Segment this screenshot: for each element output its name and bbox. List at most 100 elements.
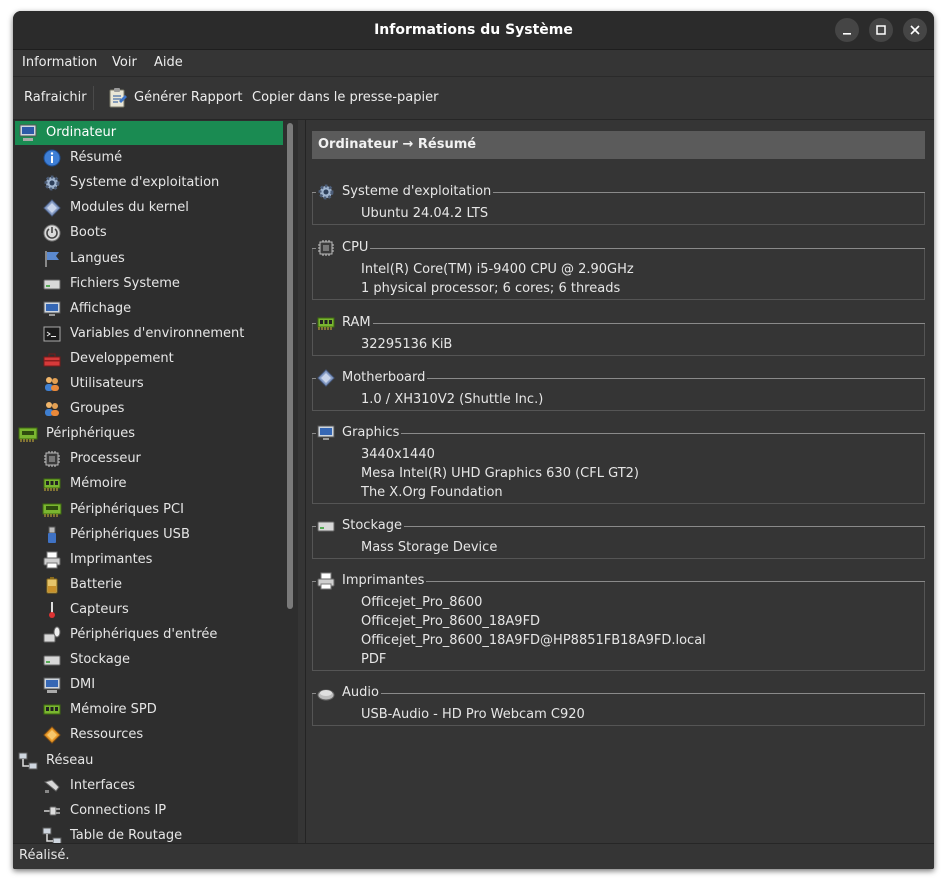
toolbox-icon xyxy=(43,353,61,367)
sidebar-item[interactable]: Connections IP xyxy=(15,799,283,823)
sidebar-item-label: Langues xyxy=(70,251,125,266)
group-value: PDF xyxy=(361,652,387,667)
summary-group: Imprimantes Officejet_Pro_8600 Officejet_P… xyxy=(312,571,925,671)
sidebar-item-label: Stockage xyxy=(70,652,130,667)
group-rule xyxy=(312,526,316,527)
sidebar-item[interactable]: Processeur xyxy=(15,447,283,471)
title-bar[interactable]: Informations du Système xyxy=(13,11,934,50)
group-rule xyxy=(403,526,925,527)
computer-icon xyxy=(19,124,37,141)
pci-icon xyxy=(42,503,62,517)
info-icon xyxy=(43,149,61,167)
sidebar-item[interactable]: Réseau xyxy=(15,749,283,773)
summary-group: CPU Intel(R) Core(TM) i5-9400 CPU @ 2.90G… xyxy=(312,238,925,300)
sidebar-item-label: Périphériques d'entrée xyxy=(70,627,218,642)
maximize-button[interactable] xyxy=(869,18,893,42)
sidebar-item-label: Modules du kernel xyxy=(70,200,189,215)
group-rule xyxy=(427,378,925,379)
usb-icon xyxy=(48,526,56,543)
sidebar-item[interactable]: Modules du kernel xyxy=(15,196,283,220)
sidebar-item[interactable]: DMI xyxy=(15,673,283,697)
menu-voir[interactable]: Voir xyxy=(112,55,137,70)
sidebar-item[interactable]: Ressources xyxy=(15,723,283,747)
group-title: Imprimantes xyxy=(342,573,425,588)
content-pane: Ordinateur → Résumé Systeme d'exploitati… xyxy=(306,120,934,843)
menu-aide[interactable]: Aide xyxy=(154,55,183,70)
gear-icon xyxy=(318,184,334,200)
close-icon xyxy=(910,25,920,35)
generate-report-button[interactable]: Générer Rapport xyxy=(134,90,242,105)
battery-icon xyxy=(46,577,58,594)
sidebar-item-label: Affichage xyxy=(70,301,132,316)
close-button[interactable] xyxy=(903,18,927,42)
sidebar-item[interactable]: Fichiers Systeme xyxy=(15,272,283,296)
sidebar-item-label: Developpement xyxy=(70,351,174,366)
sidebar-item[interactable]: Périphériques USB xyxy=(15,523,283,547)
sidebar-item[interactable]: Périphériques xyxy=(15,422,283,446)
users-icon xyxy=(45,377,59,391)
sidebar-item[interactable]: Boots xyxy=(15,221,283,245)
summary-group: Audio USB-Audio - HD Pro Webcam C920 xyxy=(312,683,925,726)
sidebar-tree[interactable]: Ordinateur Résumé Systeme d'exploitation Mo… xyxy=(13,120,298,843)
board-icon xyxy=(18,427,38,442)
menu-information[interactable]: Information xyxy=(22,55,97,70)
group-title: Systeme d'exploitation xyxy=(342,184,492,199)
app-window: Informations du Système Information Voir… xyxy=(13,11,934,869)
sidebar-item-label: Variables d'environnement xyxy=(70,326,245,341)
memory-icon xyxy=(317,317,335,330)
sidebar-item[interactable]: Langues xyxy=(15,247,283,271)
sidebar-item[interactable]: Mémoire xyxy=(15,472,283,496)
sidebar-item-label: Capteurs xyxy=(70,602,129,617)
memory-icon xyxy=(43,478,61,491)
summary-group: RAM 32295136 KiB xyxy=(312,313,925,356)
copy-clipboard-button[interactable]: Copier dans le presse-papier xyxy=(252,90,438,105)
sidebar-item[interactable]: Interfaces xyxy=(15,774,283,798)
refresh-button[interactable]: Rafraichir xyxy=(24,90,87,105)
sidebar-item[interactable]: Résumé xyxy=(15,146,283,170)
sidebar-item[interactable]: Batterie xyxy=(15,573,283,597)
routing-icon xyxy=(42,827,62,843)
interface-icon xyxy=(43,779,60,793)
module-icon xyxy=(317,369,335,387)
dmi-icon xyxy=(43,677,61,693)
group-value: The X.Org Foundation xyxy=(361,485,503,500)
sidebar-item[interactable]: Utilisateurs xyxy=(15,372,283,396)
sidebar-item[interactable]: Imprimantes xyxy=(15,548,283,572)
minimize-button[interactable] xyxy=(835,18,859,42)
input-device-icon xyxy=(43,626,61,643)
sidebar-scrollbar-thumb[interactable] xyxy=(287,123,293,609)
sidebar-item-label: Connections IP xyxy=(70,803,167,818)
group-rule xyxy=(426,581,925,582)
sidebar-item-label: Périphériques xyxy=(46,426,136,441)
group-title: Motherboard xyxy=(342,370,426,385)
maximize-icon xyxy=(876,25,886,35)
sidebar-item-label: Mémoire xyxy=(70,476,127,491)
sidebar-item[interactable]: Périphériques PCI xyxy=(15,498,283,522)
sidebar-item[interactable]: Ordinateur xyxy=(15,121,283,145)
group-value: Officejet_Pro_8600 xyxy=(361,595,483,610)
summary-group: Motherboard 1.0 / XH310V2 (Shuttle Inc.) xyxy=(312,368,925,411)
sidebar-item[interactable]: Variables d'environnement xyxy=(15,322,283,346)
summary-group: Systeme d'exploitation Ubuntu 24.04.2 LTS xyxy=(312,182,925,225)
report-icon[interactable] xyxy=(108,87,128,109)
sidebar-item[interactable]: Groupes xyxy=(15,397,283,421)
drive-icon xyxy=(43,279,61,290)
sidebar-item-label: Périphériques USB xyxy=(70,527,190,542)
group-rule xyxy=(401,433,925,434)
sidebar-item[interactable]: Developpement xyxy=(15,347,283,371)
sidebar-item[interactable]: Affichage xyxy=(15,297,283,321)
sensor-icon xyxy=(49,602,55,618)
sidebar-item[interactable]: Mémoire SPD xyxy=(15,698,283,722)
group-title: RAM xyxy=(342,315,371,330)
sidebar-item[interactable]: Table de Routage xyxy=(15,824,283,843)
sidebar-item[interactable]: Périphériques d'entrée xyxy=(15,623,283,647)
group-value: Ubuntu 24.04.2 LTS xyxy=(361,206,489,221)
sidebar-item[interactable]: Capteurs xyxy=(15,598,283,622)
minimize-icon xyxy=(843,33,851,35)
sidebar-item-label: Résumé xyxy=(70,150,123,165)
sidebar-item[interactable]: Stockage xyxy=(15,648,283,672)
sidebar-item-label: Groupes xyxy=(70,401,125,416)
group-rule xyxy=(493,192,925,193)
sidebar-item[interactable]: Systeme d'exploitation xyxy=(15,171,283,195)
group-value: USB-Audio - HD Pro Webcam C920 xyxy=(361,707,585,722)
